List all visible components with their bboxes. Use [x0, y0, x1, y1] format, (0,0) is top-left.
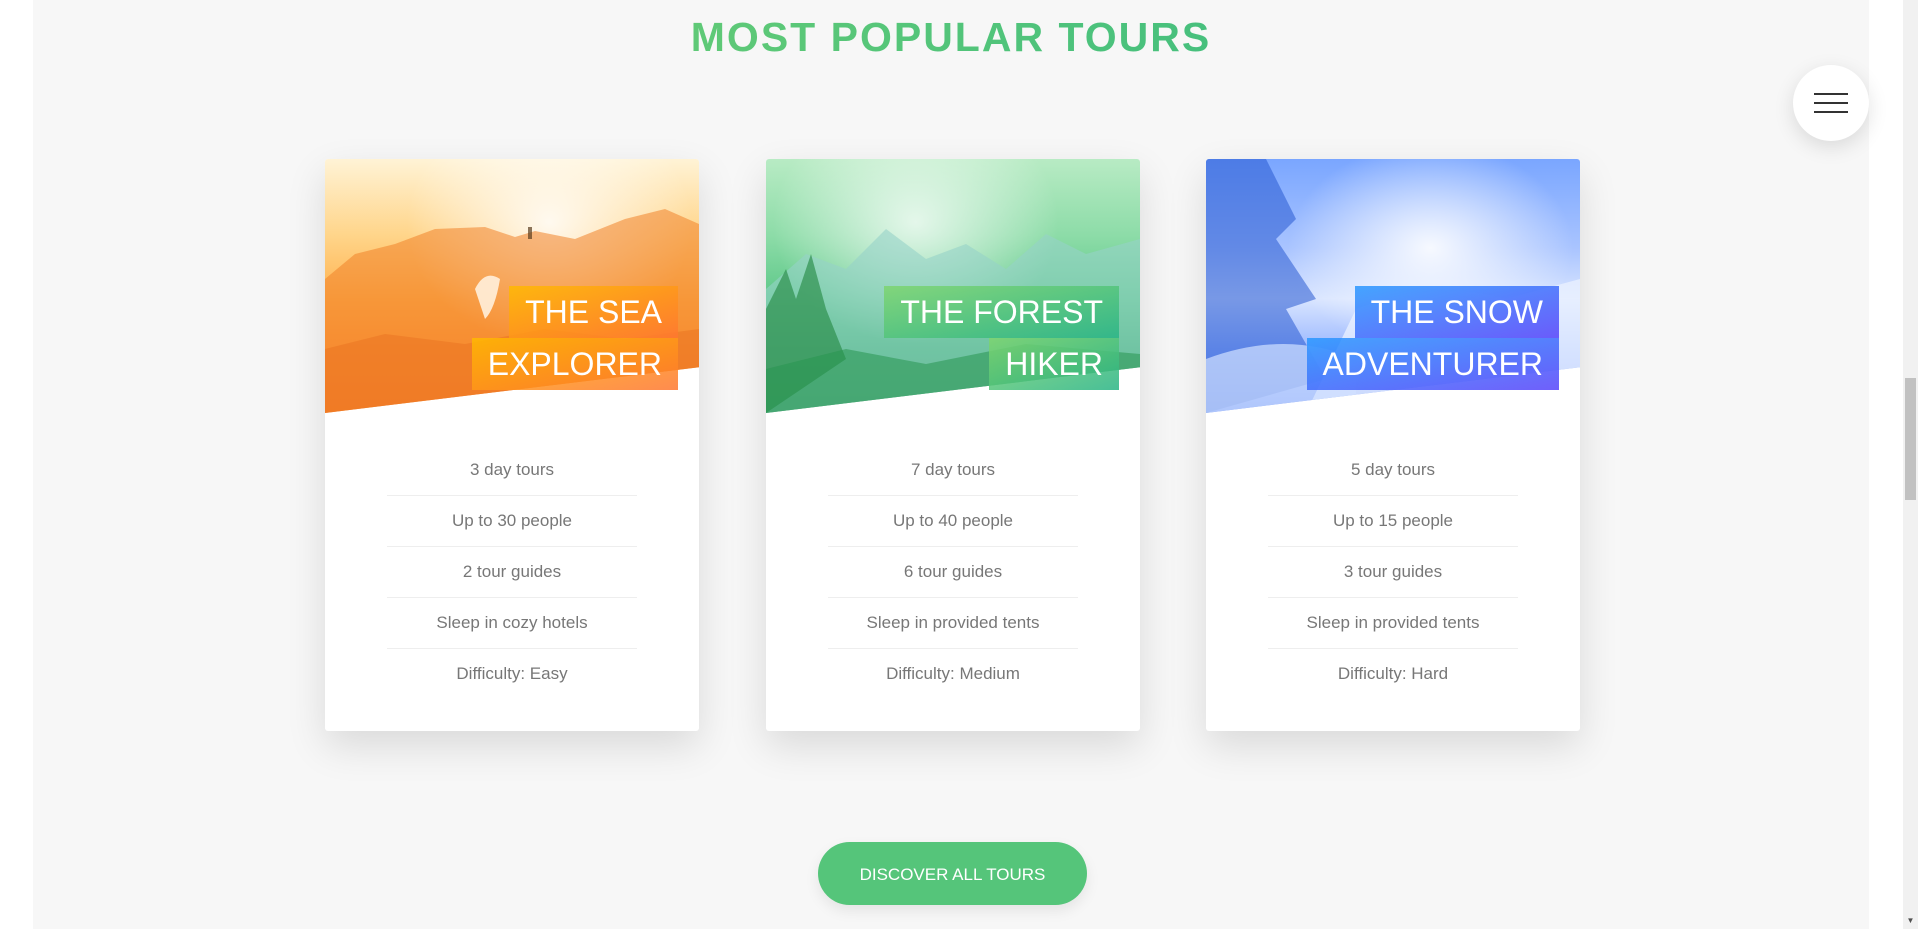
card-details-list: 7 day tours Up to 40 people 6 tour guide…	[828, 445, 1078, 699]
detail-item: Sleep in provided tents	[828, 598, 1078, 649]
card-heading-sea: THE SEA EXPLORER	[378, 286, 678, 390]
detail-item: Up to 15 people	[1268, 496, 1518, 547]
scroll-down-arrow-icon[interactable]: ▼	[1903, 916, 1918, 926]
card-details-list: 3 day tours Up to 30 people 2 tour guide…	[387, 445, 637, 699]
card-heading-forest: THE FOREST HIKER	[819, 286, 1119, 390]
tour-card-sea-explorer: THE SEA EXPLORER 3 day tours Up to 30 peo…	[325, 159, 699, 731]
discover-all-tours-button[interactable]: DISCOVER ALL TOURS	[818, 842, 1087, 905]
card-heading-line: THE SNOW	[1354, 286, 1559, 338]
card-heading-line: THE FOREST	[884, 286, 1119, 338]
detail-item: Difficulty: Hard	[1337, 664, 1449, 683]
page-scrollbar[interactable]: ▼	[1903, 0, 1918, 929]
card-heading-line: HIKER	[989, 338, 1119, 390]
section-title: MOST POPULAR TOURS	[33, 14, 1869, 61]
tour-card-snow-adventurer: THE SNOW ADVENTURER 5 day tours Up to 15 …	[1206, 159, 1580, 731]
detail-item: Sleep in cozy hotels	[387, 598, 637, 649]
navigation-menu-button[interactable]	[1793, 65, 1869, 141]
tour-card-forest-hiker: THE FOREST HIKER 7 day tours Up to 40 peo…	[766, 159, 1140, 731]
card-details-list: 5 day tours Up to 15 people 3 tour guide…	[1268, 445, 1518, 699]
hamburger-menu-icon	[1814, 93, 1848, 113]
detail-item: 3 day tours	[387, 445, 637, 496]
detail-item: Up to 40 people	[828, 496, 1078, 547]
card-heading-snow: THE SNOW ADVENTURER	[1259, 286, 1559, 390]
card-heading-line: ADVENTURER	[1306, 338, 1559, 390]
card-heading-line: THE SEA	[509, 286, 678, 338]
detail-item: 2 tour guides	[387, 547, 637, 598]
detail-item: 5 day tours	[1268, 445, 1518, 496]
detail-item: Difficulty: Easy	[456, 664, 568, 683]
detail-item: Difficulty: Medium	[886, 664, 1020, 683]
card-heading-line: EXPLORER	[471, 338, 678, 390]
detail-item: 7 day tours	[828, 445, 1078, 496]
tours-section: MOST POPULAR TOURS THE SEA EXPLORER 3 day…	[33, 0, 1869, 929]
detail-item: 6 tour guides	[828, 547, 1078, 598]
detail-item: 3 tour guides	[1268, 547, 1518, 598]
detail-item: Sleep in provided tents	[1268, 598, 1518, 649]
scrollbar-thumb[interactable]	[1905, 378, 1916, 500]
detail-item: Up to 30 people	[387, 496, 637, 547]
